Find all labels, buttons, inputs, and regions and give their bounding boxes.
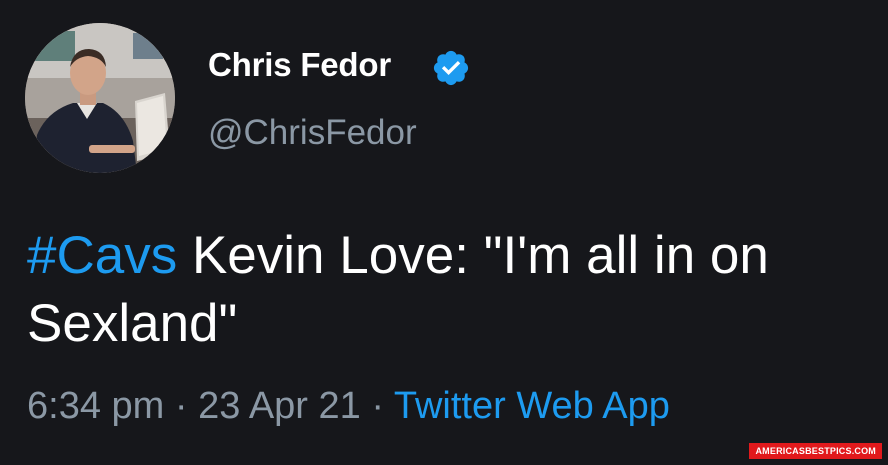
- avatar-photo: [25, 23, 175, 173]
- tweet-text: #Cavs Kevin Love: "I'm all in on Sexland…: [27, 222, 872, 358]
- hashtag-link[interactable]: #Cavs: [27, 226, 177, 285]
- display-name[interactable]: Chris Fedor: [208, 46, 391, 84]
- tweet-time[interactable]: 6:34 pm: [27, 385, 164, 427]
- verified-badge-icon: [433, 50, 469, 86]
- watermark: AMERICASBESTPICS.COM: [749, 443, 882, 459]
- avatar[interactable]: [25, 23, 175, 173]
- user-handle[interactable]: @ChrisFedor: [208, 113, 417, 153]
- meta-separator: ·: [360, 385, 394, 427]
- tweet-date[interactable]: 23 Apr 21: [198, 385, 361, 427]
- tweet-source-link[interactable]: Twitter Web App: [394, 385, 670, 427]
- meta-separator: ·: [164, 385, 199, 427]
- tweet-card: Chris Fedor @ChrisFedor #Cavs Kevin Love…: [0, 0, 888, 465]
- tweet-metadata: 6:34 pm · 23 Apr 21 · Twitter Web App: [27, 385, 670, 428]
